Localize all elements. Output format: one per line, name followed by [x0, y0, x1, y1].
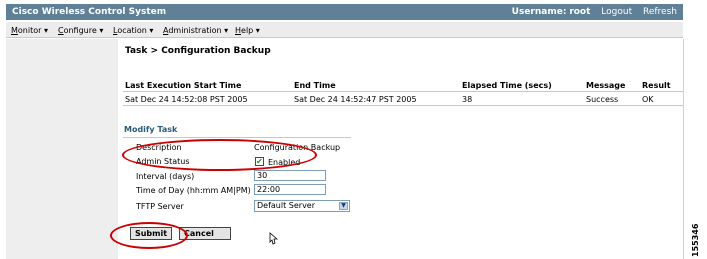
table-cell: OK: [642, 95, 654, 104]
figure-number: 155346: [691, 223, 700, 257]
menu-monitor[interactable]: Monitor ▾: [11, 26, 48, 35]
chevron-down-icon: ▾: [43, 26, 48, 35]
table-cell: Sat Dec 24 14:52:08 PST 2005: [125, 95, 248, 104]
tftp-server-value: Default Server: [257, 201, 316, 210]
menu-bar: Monitor ▾ Configure ▾ Location ▾ Adminis…: [6, 22, 683, 38]
interval-field[interactable]: 30: [254, 170, 326, 181]
chevron-down-icon: ▾: [255, 26, 260, 35]
annotation-ellipse: [122, 139, 317, 171]
annotation-ellipse: [110, 222, 188, 249]
table-cell: Success: [586, 95, 619, 104]
column-header: Result: [642, 81, 671, 90]
table-cell: 38: [462, 95, 473, 104]
section-title: Modify Task: [124, 125, 178, 134]
divider: [123, 105, 683, 106]
chevron-down-icon: ▼: [339, 202, 348, 210]
chevron-down-icon: ▾: [149, 26, 154, 35]
table-cell: Sat Dec 24 14:52:47 PST 2005: [294, 95, 417, 104]
column-header: Last Execution Start Time: [125, 81, 242, 90]
tftp-server-select[interactable]: Default Server ▼: [254, 200, 350, 212]
menu-help[interactable]: Help ▾: [235, 26, 260, 35]
column-header: Message: [586, 81, 626, 90]
page-title: Task > Configuration Backup: [125, 46, 271, 56]
username: root: [569, 7, 591, 17]
menu-administration[interactable]: Administration ▾: [163, 26, 228, 35]
menu-configure[interactable]: Configure ▾: [58, 26, 103, 35]
app-header: Cisco Wireless Control System Username: …: [6, 4, 683, 20]
cursor-icon: [269, 232, 278, 245]
time-of-day-label: Time of Day (hh:mm AM|PM): [136, 186, 251, 195]
time-of-day-field[interactable]: 22:00: [254, 184, 326, 195]
interval-label: Interval (days): [136, 172, 195, 181]
divider: [123, 137, 351, 138]
divider: [683, 39, 684, 259]
user-area: Username: root Logout Refresh: [512, 7, 677, 17]
tftp-server-label: TFTP Server: [136, 202, 184, 211]
chevron-down-icon: ▾: [99, 26, 104, 35]
divider: [123, 91, 683, 92]
left-panel: [6, 39, 118, 259]
refresh-link[interactable]: Refresh: [643, 7, 677, 17]
menu-location[interactable]: Location ▾: [113, 26, 153, 35]
column-header: Elapsed Time (secs): [462, 81, 552, 90]
column-header: End Time: [294, 81, 336, 90]
username-label: Username:: [511, 7, 567, 17]
chevron-down-icon: ▾: [224, 26, 229, 35]
app-title: Cisco Wireless Control System: [12, 7, 167, 17]
main-content: Task > Configuration Backup Last Executi…: [110, 39, 683, 259]
logout-link[interactable]: Logout: [601, 7, 632, 17]
